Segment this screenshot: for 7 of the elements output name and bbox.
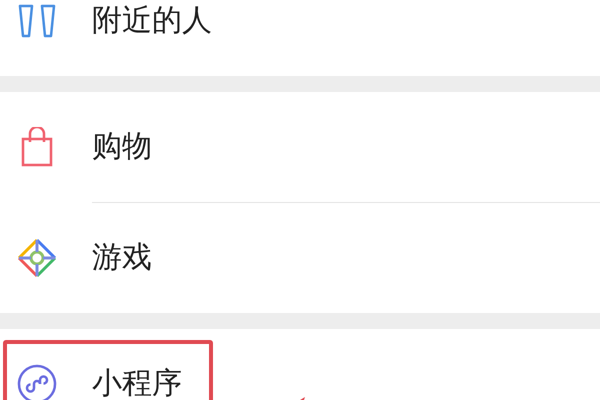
diamond-icon	[16, 237, 58, 279]
footprints-icon	[17, 4, 57, 38]
shopping-bag-icon	[20, 127, 54, 167]
item-label: 附近的人	[92, 4, 212, 38]
item-label: 购物	[92, 130, 152, 164]
item-label: 小程序	[92, 366, 182, 400]
item-label: 游戏	[92, 240, 152, 276]
